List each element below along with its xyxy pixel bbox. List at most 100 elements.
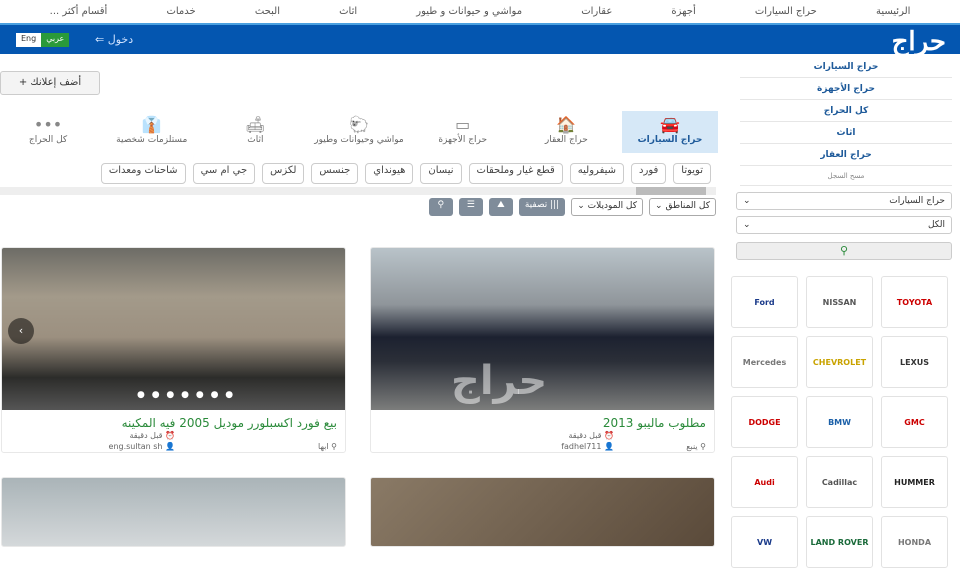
login-icon: ⇐ <box>95 33 108 46</box>
brand-tag[interactable]: قطع غيار وملحقات <box>468 163 563 184</box>
language-switch: Eng عربي <box>16 33 70 47</box>
listing-title[interactable]: بيع فورد اكسبلورر موديل 2005 فيه المكينه <box>2 410 345 430</box>
category-tab[interactable]: ▭ حراج الأجهزة <box>415 111 511 153</box>
nav-cars[interactable]: حراج السيارات <box>755 6 817 17</box>
listing-user[interactable]: 👤 eng.sultan sh <box>109 442 175 451</box>
brand-tag[interactable]: لكزس <box>262 163 305 184</box>
photo-dots[interactable]: ● ● ● ● ● ● ● <box>137 390 235 400</box>
list-icon: ☰ <box>466 200 475 210</box>
category-icon: ••• <box>33 115 63 134</box>
brand-logo-nissan[interactable]: NISSAN <box>806 276 873 328</box>
horizontal-scrollbar[interactable] <box>0 187 716 195</box>
brand-logo-lexus[interactable]: LEXUS <box>881 336 948 388</box>
brand-logo-bmw[interactable]: BMW <box>806 396 873 448</box>
category-icon: 🐑 <box>349 115 369 134</box>
search-button[interactable]: ⚲ <box>428 198 453 216</box>
sidebar-link[interactable]: حراج الأجهزة <box>740 78 952 100</box>
brand-logo-hummer[interactable]: HUMMER <box>881 456 948 508</box>
brand-tag[interactable]: تويوتا <box>673 163 711 184</box>
search-icon: ⚲ <box>437 200 445 210</box>
nav-livestock[interactable]: مواشي و حيوانات و طيور <box>416 6 522 17</box>
sidebar-link[interactable]: كل الحراج <box>740 100 952 122</box>
listing-card[interactable] <box>1 477 346 547</box>
filter-button[interactable]: ||| تصفية <box>518 198 566 216</box>
login-link[interactable]: ⇐ دخول <box>95 33 133 46</box>
model-select[interactable]: كل الموديلات ⌄ <box>571 198 644 216</box>
brand-logo-dodge[interactable]: DODGE <box>731 396 798 448</box>
sidebar: حراج السيارات حراج الأجهزة كل الحراج اثا… <box>732 56 960 260</box>
category-label: حراج السيارات <box>637 135 703 145</box>
brand-tag[interactable]: جنسس <box>311 163 359 184</box>
listing-user[interactable]: 👤 fadhel711 <box>561 442 614 451</box>
sidebar-search-button[interactable]: ⚲ <box>736 242 952 260</box>
brand-logo-mercedes[interactable]: Mercedes <box>731 336 798 388</box>
listing-photo[interactable]: ‹ ● ● ● ● ● ● ● <box>2 248 345 410</box>
brand-logo-cadillac[interactable]: Cadillac <box>806 456 873 508</box>
listing-card[interactable] <box>370 477 715 547</box>
category-tab[interactable]: 🏠 حراج العقار <box>518 111 614 153</box>
brand-logo-ford[interactable]: Ford <box>731 276 798 328</box>
brand-tag[interactable]: شاحنات ومعدات <box>100 163 186 184</box>
brand-logo-honda[interactable]: HONDA <box>881 516 948 568</box>
list-view-button[interactable]: ☰ <box>458 198 483 216</box>
brand-grid: TOYOTA NISSAN Ford LEXUS CHEVROLET Mercedes GM… <box>731 276 948 568</box>
add-listing-button[interactable]: + أضف إعلانك <box>0 71 100 95</box>
category-icon: 🛋 <box>245 115 266 134</box>
nav-devices[interactable]: أجهزة <box>671 6 695 17</box>
listing-card[interactable]: حراج مطلوب ماليبو 2013 ⏰ قبل دقيقة 👤 fad… <box>370 247 715 453</box>
watermark: حراج <box>451 358 548 404</box>
subsection-select[interactable]: الكل ⌄ <box>736 216 952 234</box>
brand-logo-gmc[interactable]: GMC <box>881 396 948 448</box>
nav-more[interactable]: أقسام أكثر ... <box>50 6 108 17</box>
chevron-left-icon[interactable]: ‹ <box>8 318 34 344</box>
category-tab[interactable]: ••• كل الحراج <box>0 111 96 153</box>
chevron-down-icon: ⌄ <box>743 220 751 230</box>
category-label: كل الحراج <box>28 135 68 145</box>
lang-en[interactable]: Eng <box>16 33 42 47</box>
nav-search[interactable]: البحث <box>255 6 280 17</box>
region-select[interactable]: كل المناطق ⌄ <box>649 198 716 216</box>
brand-tag[interactable]: جي ام سي <box>192 163 256 184</box>
brand-tag[interactable]: فورد <box>631 163 667 184</box>
category-label: اثاث <box>247 135 264 145</box>
listing-title[interactable]: مطلوب ماليبو 2013 <box>371 410 714 430</box>
nav-home[interactable]: الرئيسية <box>876 6 910 17</box>
clear-history[interactable]: مسح السجل <box>740 166 952 186</box>
category-label: حراج الأجهزة <box>438 135 488 145</box>
sidebar-link[interactable]: حراج السيارات <box>740 56 952 78</box>
category-tab[interactable]: 🚘 حراج السيارات <box>622 111 718 153</box>
brand-logo-land-rover[interactable]: LAND ROVER <box>806 516 873 568</box>
brand-logo-toyota[interactable]: TOYOTA <box>881 276 948 328</box>
brand-tag[interactable]: هيونداي <box>365 163 414 184</box>
search-icon: ⚲ <box>839 244 849 257</box>
listing-location: ⚲ ابها <box>318 442 337 451</box>
nav-realestate[interactable]: عقارات <box>581 6 612 17</box>
category-tab[interactable]: 🛋 اثاث <box>207 111 303 153</box>
brand-logo-vw[interactable]: VW <box>731 516 798 568</box>
brand-tag[interactable]: شيفروليه <box>569 163 625 184</box>
category-icon: 👔 <box>141 115 162 134</box>
sidebar-link[interactable]: حراج العقار <box>740 144 952 166</box>
scrollbar-thumb[interactable] <box>636 187 706 195</box>
category-label: مستلزمات شخصية <box>116 135 188 145</box>
listing-card[interactable]: ‹ ● ● ● ● ● ● ● بيع فورد اكسبلورر موديل … <box>1 247 346 453</box>
nav-furniture[interactable]: اثاث <box>339 6 357 17</box>
sidebar-link[interactable]: اثاث <box>740 122 952 144</box>
brand-logo-audi[interactable]: Audi <box>731 456 798 508</box>
listing-photo[interactable]: حراج <box>371 248 714 410</box>
listing-time: ⏰ قبل دقيقة <box>129 431 176 440</box>
nav-services[interactable]: خدمات <box>166 6 195 17</box>
section-select[interactable]: حراج السيارات ⌄ <box>736 192 952 210</box>
brand-logo-chevrolet[interactable]: CHEVROLET <box>806 336 873 388</box>
lang-ar[interactable]: عربي <box>41 33 70 47</box>
category-tab[interactable]: 👔 مستلزمات شخصية <box>104 111 200 153</box>
category-tab[interactable]: 🐑 مواشي وحيوانات وطيور <box>311 111 407 153</box>
category-label: حراج العقار <box>544 135 588 145</box>
chevron-down-icon: ⌄ <box>743 196 751 206</box>
category-icon: 🚘 <box>660 115 680 134</box>
map-view-button[interactable]: ⛰ <box>488 198 513 216</box>
category-icon: ▭ <box>455 115 471 134</box>
brand-tag[interactable]: نيسان <box>420 163 462 184</box>
logo[interactable]: حراج <box>892 27 946 57</box>
listing-meta: 👤 eng.sultan sh ⚲ ابها <box>2 441 345 452</box>
